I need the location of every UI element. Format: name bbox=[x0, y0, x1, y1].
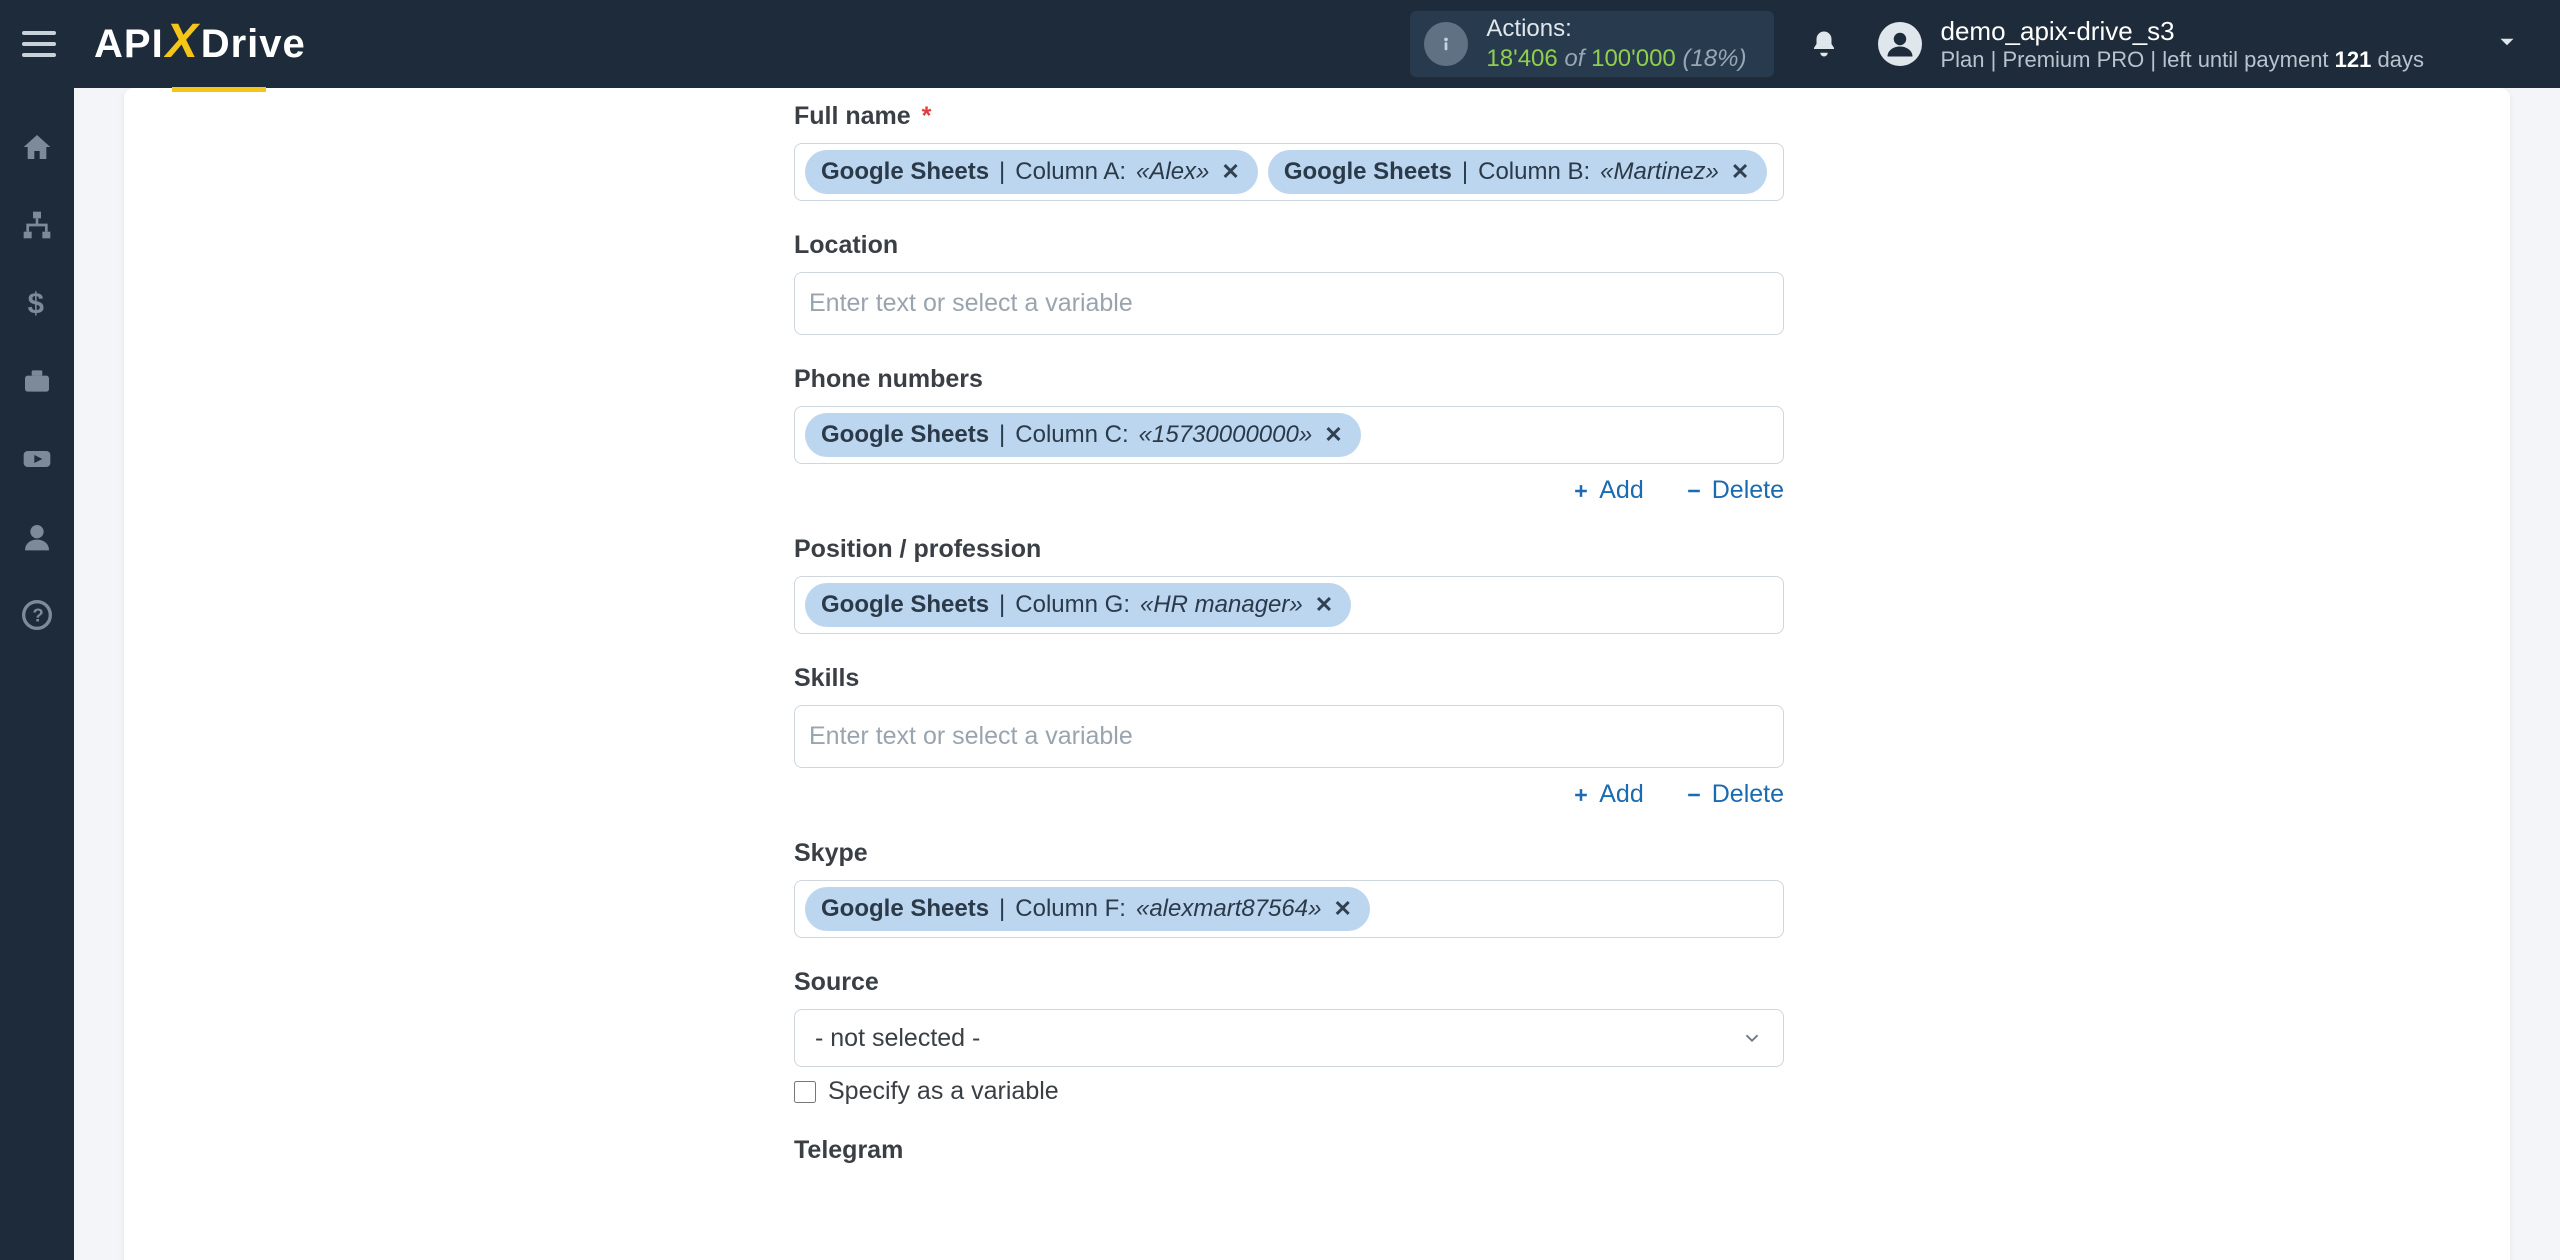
field-skills: Skills Add Delete bbox=[794, 664, 1784, 809]
add-button-skills[interactable]: Add bbox=[1571, 780, 1643, 809]
select-source[interactable]: - not selected - bbox=[794, 1009, 1784, 1067]
add-button-phone[interactable]: Add bbox=[1571, 476, 1643, 505]
chip-position-0[interactable]: Google Sheets| Column G: «HR manager» ✕ bbox=[805, 583, 1351, 627]
logo-text-x: X bbox=[166, 14, 199, 69]
nav-connections[interactable] bbox=[18, 206, 56, 244]
notifications-button[interactable] bbox=[1802, 22, 1846, 66]
select-source-value: - not selected - bbox=[815, 1024, 980, 1053]
home-icon bbox=[21, 131, 53, 163]
svg-text:$: $ bbox=[28, 288, 44, 319]
chip-phone-0[interactable]: Google Sheets| Column C: «15730000000» ✕ bbox=[805, 413, 1361, 457]
required-marker: * bbox=[922, 102, 932, 130]
actions-text: Actions: 18'406 of 100'000 (18%) bbox=[1486, 14, 1746, 74]
main-card: Full name * Google Sheets| Column A: «Al… bbox=[124, 88, 2510, 1260]
connection-form: Full name * Google Sheets| Column A: «Al… bbox=[794, 88, 1784, 1177]
chip-skype-0[interactable]: Google Sheets| Column F: «alexmart87564»… bbox=[805, 887, 1370, 931]
label-position: Position / profession bbox=[794, 535, 1784, 564]
chevron-down-icon bbox=[1741, 1027, 1763, 1049]
app-header: API X Drive Actions: 18'406 of 100'000 (… bbox=[0, 0, 2560, 88]
chip-full-name-1[interactable]: Google Sheets| Column B: «Martinez» ✕ bbox=[1268, 150, 1768, 194]
plus-icon bbox=[1571, 785, 1591, 805]
actions-count: 18'406 bbox=[1486, 45, 1557, 72]
field-phone: Phone numbers Google Sheets| Column C: «… bbox=[794, 365, 1784, 505]
menu-toggle-button[interactable] bbox=[22, 22, 66, 66]
left-sidebar: $ ? bbox=[0, 88, 74, 1260]
label-phone: Phone numbers bbox=[794, 365, 1784, 394]
svg-text:?: ? bbox=[32, 605, 43, 626]
chip-full-name-0[interactable]: Google Sheets| Column A: «Alex» ✕ bbox=[805, 150, 1258, 194]
logo-underline bbox=[172, 87, 266, 92]
avatar-icon bbox=[1878, 22, 1922, 66]
logo-text-api: API bbox=[94, 22, 164, 67]
actions-label: Actions: bbox=[1486, 14, 1746, 44]
input-phone[interactable]: Google Sheets| Column C: «15730000000» ✕ bbox=[794, 406, 1784, 464]
label-skills: Skills bbox=[794, 664, 1784, 693]
info-icon bbox=[1424, 22, 1468, 66]
nav-account[interactable] bbox=[18, 518, 56, 556]
logo-text-drive: Drive bbox=[201, 22, 306, 67]
nav-billing[interactable]: $ bbox=[18, 284, 56, 322]
field-skype: Skype Google Sheets| Column F: «alexmart… bbox=[794, 839, 1784, 938]
page-body: Full name * Google Sheets| Column A: «Al… bbox=[74, 88, 2560, 1260]
sitemap-icon bbox=[21, 209, 53, 241]
briefcase-icon bbox=[21, 365, 53, 397]
minus-icon bbox=[1684, 785, 1704, 805]
input-full-name[interactable]: Google Sheets| Column A: «Alex» ✕ Google… bbox=[794, 143, 1784, 201]
input-skills-text[interactable] bbox=[805, 712, 1773, 761]
nav-video[interactable] bbox=[18, 440, 56, 478]
field-location: Location bbox=[794, 231, 1784, 335]
chip-remove-icon[interactable]: ✕ bbox=[1313, 592, 1335, 618]
field-source: Source - not selected - Specify as a var… bbox=[794, 968, 1784, 1106]
label-full-name: Full name bbox=[794, 102, 911, 130]
checkbox-source-variable-label: Specify as a variable bbox=[828, 1077, 1059, 1106]
input-position[interactable]: Google Sheets| Column G: «HR manager» ✕ bbox=[794, 576, 1784, 634]
user-icon bbox=[21, 521, 53, 553]
chip-remove-icon[interactable]: ✕ bbox=[1322, 422, 1344, 448]
field-full-name: Full name * Google Sheets| Column A: «Al… bbox=[794, 102, 1784, 201]
user-plan: Plan | Premium PRO | left until payment … bbox=[1940, 47, 2424, 73]
nav-projects[interactable] bbox=[18, 362, 56, 400]
delete-button-phone[interactable]: Delete bbox=[1684, 476, 1784, 505]
input-skype[interactable]: Google Sheets| Column F: «alexmart87564»… bbox=[794, 880, 1784, 938]
nav-help[interactable]: ? bbox=[18, 596, 56, 634]
field-position: Position / profession Google Sheets| Col… bbox=[794, 535, 1784, 634]
user-menu[interactable]: demo_apix-drive_s3 Plan | Premium PRO | … bbox=[1878, 16, 2520, 73]
bell-icon bbox=[1809, 29, 1839, 59]
label-source: Source bbox=[794, 968, 1784, 997]
delete-button-skills[interactable]: Delete bbox=[1684, 780, 1784, 809]
chevron-down-icon bbox=[2494, 29, 2520, 60]
question-icon: ? bbox=[21, 599, 53, 631]
plus-icon bbox=[1571, 481, 1591, 501]
app-logo[interactable]: API X Drive bbox=[94, 17, 306, 72]
label-skype: Skype bbox=[794, 839, 1784, 868]
actions-of: of bbox=[1564, 45, 1584, 72]
actions-total: 100'000 bbox=[1591, 45, 1676, 72]
youtube-icon bbox=[21, 443, 53, 475]
chip-remove-icon[interactable]: ✕ bbox=[1331, 896, 1353, 922]
nav-home[interactable] bbox=[18, 128, 56, 166]
label-location: Location bbox=[794, 231, 1784, 260]
checkbox-source-variable[interactable]: Specify as a variable bbox=[794, 1077, 1784, 1106]
field-telegram: Telegram bbox=[794, 1136, 1784, 1165]
dollar-icon: $ bbox=[21, 287, 53, 319]
chip-remove-icon[interactable]: ✕ bbox=[1219, 159, 1241, 185]
input-skills[interactable] bbox=[794, 705, 1784, 768]
chip-remove-icon[interactable]: ✕ bbox=[1729, 159, 1751, 185]
user-name: demo_apix-drive_s3 bbox=[1940, 16, 2424, 47]
user-text: demo_apix-drive_s3 Plan | Premium PRO | … bbox=[1940, 16, 2424, 73]
input-location[interactable] bbox=[794, 272, 1784, 335]
actions-counter[interactable]: Actions: 18'406 of 100'000 (18%) bbox=[1410, 11, 1774, 77]
actions-percent: (18%) bbox=[1682, 45, 1746, 72]
checkbox-source-variable-input[interactable] bbox=[794, 1081, 816, 1103]
minus-icon bbox=[1684, 481, 1704, 501]
label-telegram: Telegram bbox=[794, 1136, 1784, 1165]
input-location-text[interactable] bbox=[805, 279, 1773, 328]
